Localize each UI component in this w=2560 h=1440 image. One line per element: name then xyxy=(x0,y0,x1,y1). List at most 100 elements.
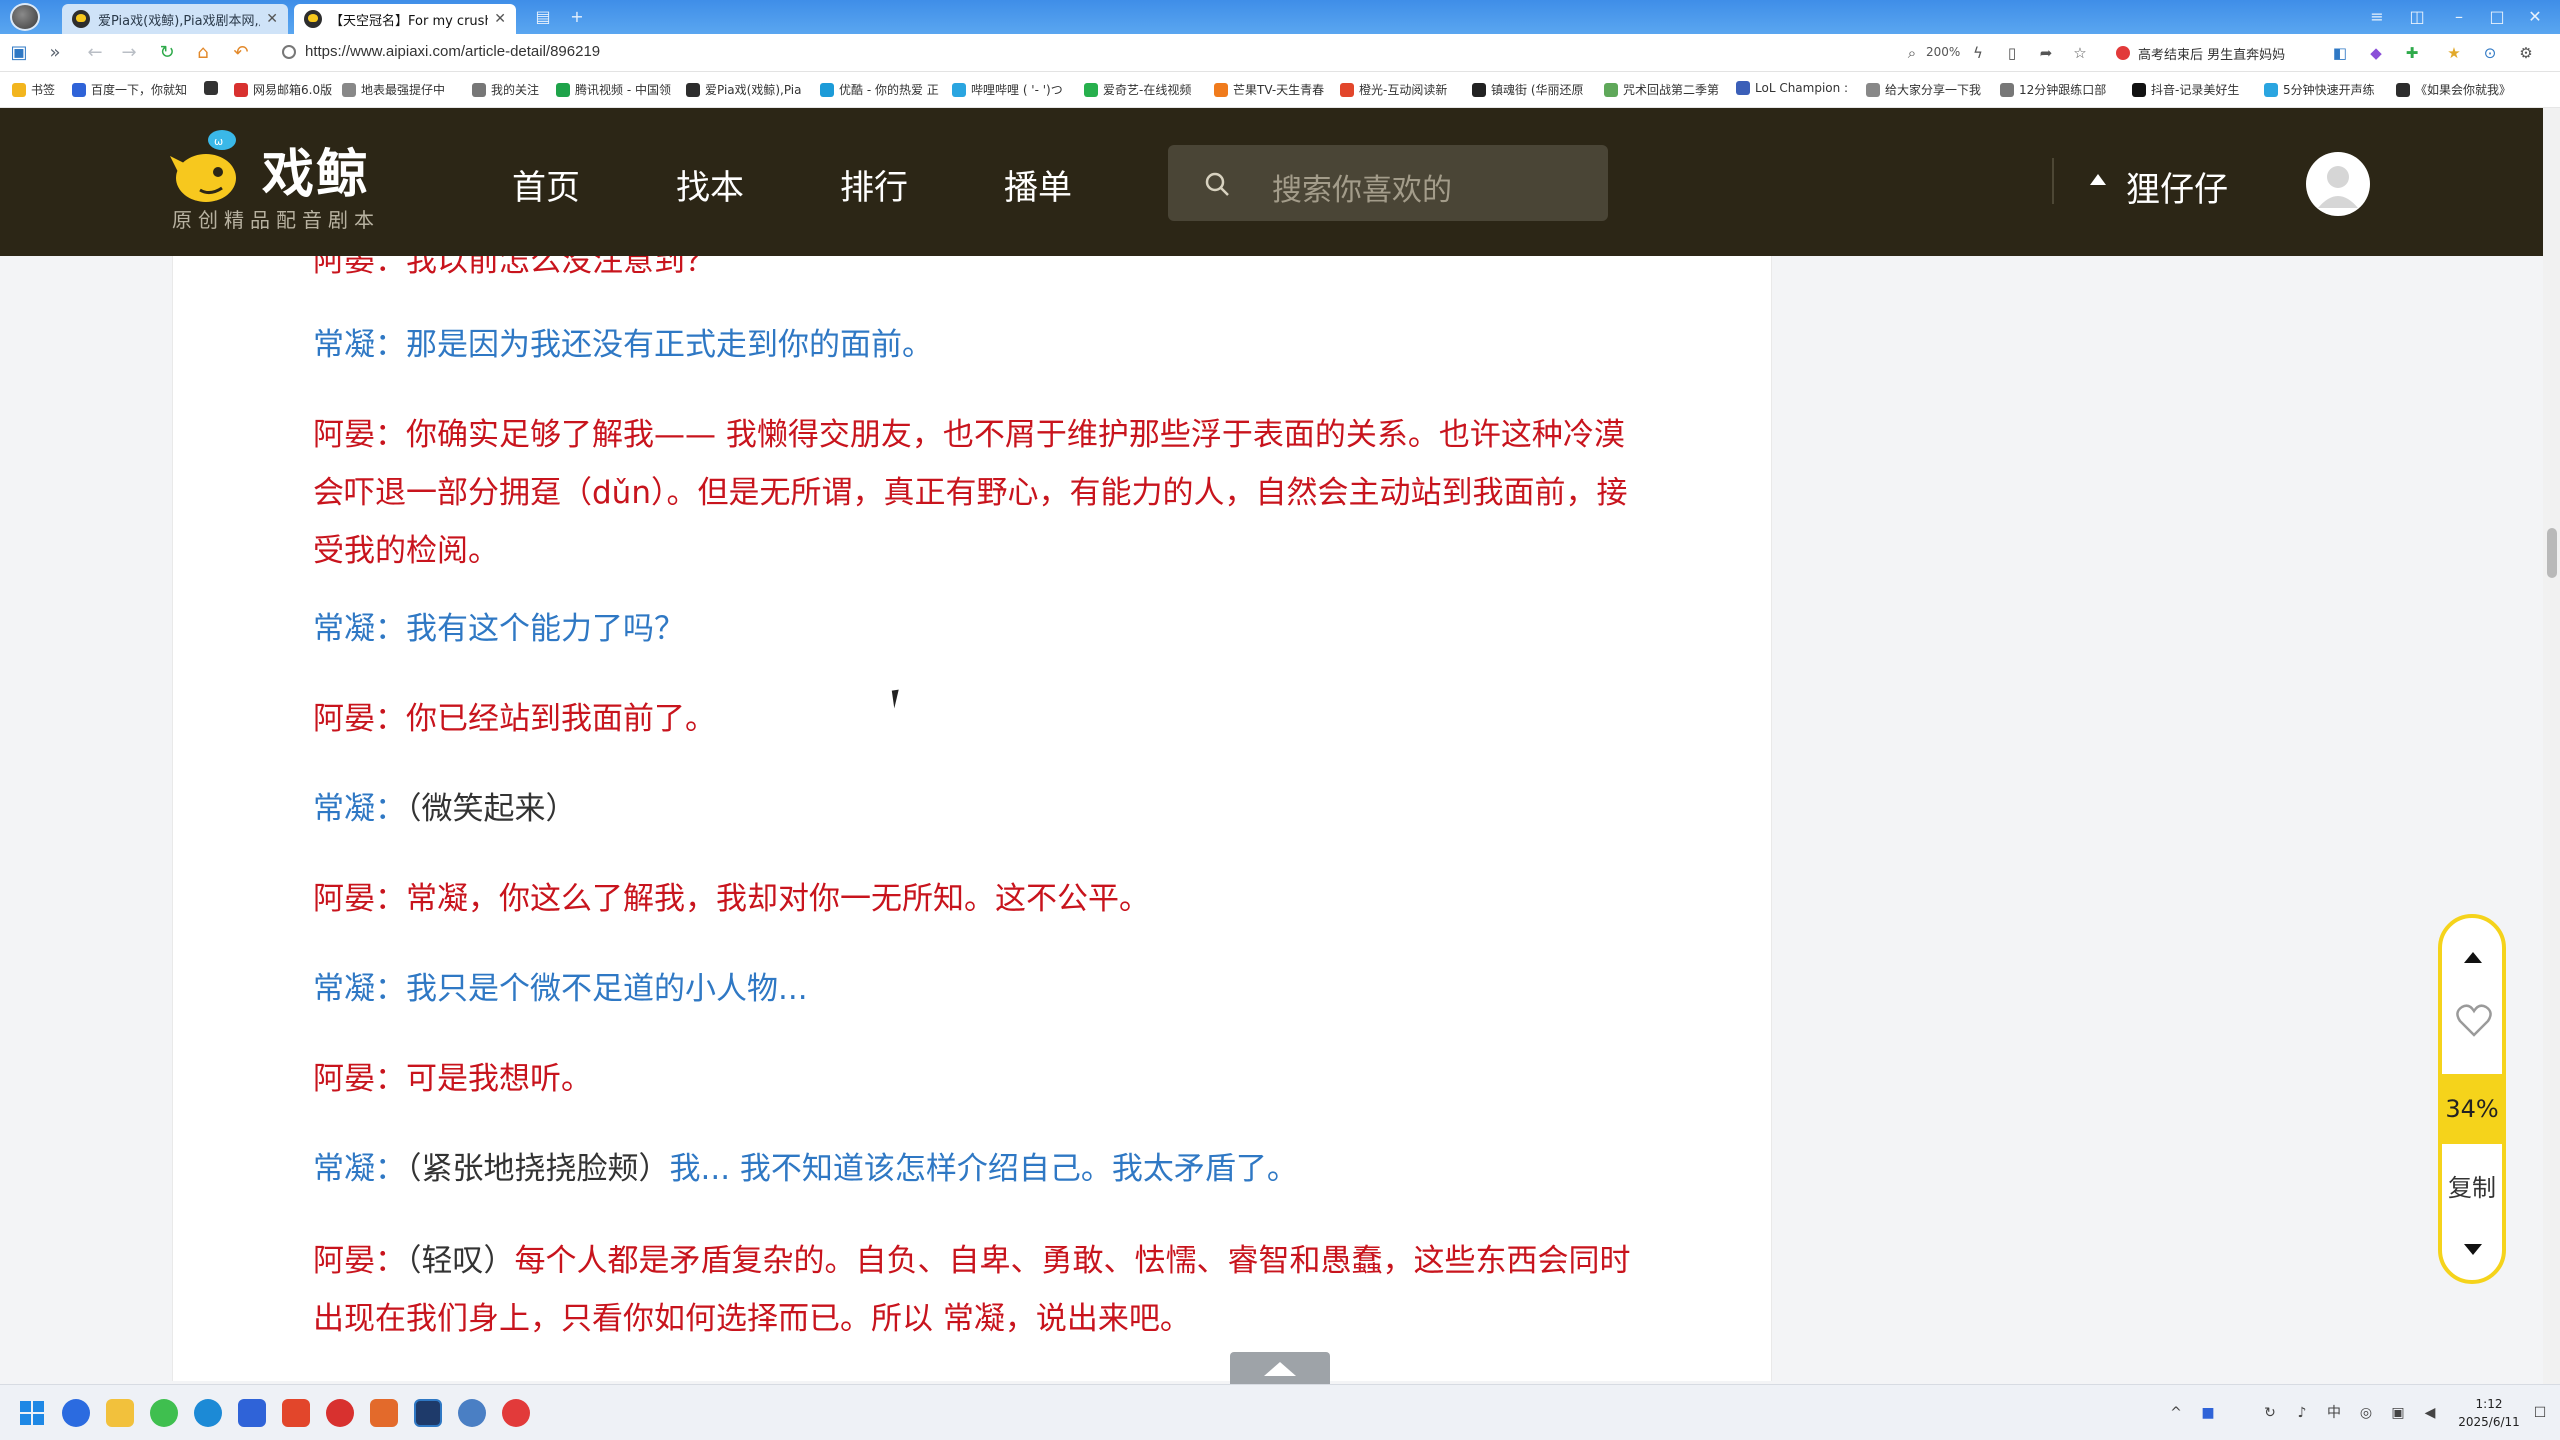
file-explorer-icon[interactable] xyxy=(106,1399,134,1427)
expand-icon[interactable]: » xyxy=(44,42,66,64)
copy-button[interactable]: 复制 xyxy=(2442,1168,2502,1203)
lightning-icon[interactable]: ϟ xyxy=(1968,43,1988,63)
url-field[interactable]: https://www.aipiaxi.com/article-detail/8… xyxy=(305,43,600,60)
windows-start-icon[interactable] xyxy=(18,1399,46,1427)
stage-direction: （微笑起来） xyxy=(406,791,577,827)
puzzle-icon[interactable]: ✚ xyxy=(2402,43,2422,63)
home-icon[interactable]: ⌂ xyxy=(192,42,214,64)
heart-icon[interactable] xyxy=(2456,1004,2492,1038)
close-window-icon[interactable]: ✕ xyxy=(2518,4,2552,30)
bookmark-item[interactable] xyxy=(204,81,223,95)
microphone-icon[interactable]: ♪ xyxy=(2294,1405,2310,1421)
notification-icon[interactable]: ☐ xyxy=(2532,1405,2548,1421)
bookmark-item[interactable]: 《如果会你就我》 xyxy=(2396,81,2511,98)
site-icon xyxy=(1472,82,1486,97)
active-app-icon[interactable] xyxy=(414,1399,442,1427)
scroll-top-icon[interactable] xyxy=(2464,952,2482,963)
bookmark-item[interactable]: 爱奇艺-在线视频 xyxy=(1084,81,1191,98)
close-tab-icon[interactable]: ✕ xyxy=(494,11,506,27)
bookmark-item[interactable]: 抖音-记录美好生 xyxy=(2132,81,2239,98)
new-tab-icon[interactable]: + xyxy=(566,6,588,28)
bookmark-item[interactable]: 地表最强提仔中 xyxy=(342,81,445,98)
bookmark-item[interactable]: 给大家分享一下我 xyxy=(1866,81,1981,98)
close-tab-icon[interactable]: ✕ xyxy=(266,11,278,27)
edge-icon[interactable] xyxy=(194,1399,222,1427)
tab-list-icon[interactable]: ▤ xyxy=(532,6,554,28)
bookmark-item[interactable]: LoL Champion : xyxy=(1736,81,1848,95)
forward-icon[interactable]: → xyxy=(118,42,140,64)
settings-icon[interactable]: ⚙ xyxy=(2516,43,2536,63)
nav-ranking[interactable]: 排行 xyxy=(840,160,908,209)
download-icon[interactable]: ⊙ xyxy=(2480,43,2500,63)
zoom-icon[interactable]: ⌕ xyxy=(1902,43,1922,63)
line-text: 常凝，你这么了解我，我却对你一无所知。这不公平。 xyxy=(406,881,1150,917)
refresh-icon[interactable]: ↻ xyxy=(156,42,178,64)
site-logo-name[interactable]: 戏鲸 xyxy=(262,132,370,207)
app-tray-icon[interactable]: ▣ xyxy=(2390,1405,2406,1421)
nav-find-script[interactable]: 找本 xyxy=(676,160,744,209)
tray-app-icon[interactable]: ■ xyxy=(2200,1405,2216,1421)
avatar[interactable] xyxy=(2306,152,2370,216)
bookmark-item[interactable]: 橙光-互动阅读新 xyxy=(1340,81,1447,98)
nav-home[interactable]: 首页 xyxy=(512,160,580,209)
bookmark-item[interactable]: 哔哩哔哩 ( '- ')つ xyxy=(952,81,1063,98)
undo-close-icon[interactable]: ↶ xyxy=(230,42,252,64)
bookmark-item[interactable]: 镇魂街 (华丽还原 xyxy=(1472,81,1584,98)
scrollbar-thumb[interactable] xyxy=(2547,528,2557,578)
browser-tab-2[interactable]: 【天空冠名】For my crush - ✕ xyxy=(294,4,516,34)
input-method-icon[interactable]: 中 xyxy=(2326,1405,2342,1421)
wechat-icon[interactable] xyxy=(150,1399,178,1427)
extension-icon[interactable]: ◆ xyxy=(2366,43,2386,63)
sync-icon[interactable]: ↻ xyxy=(2262,1405,2278,1421)
back-icon[interactable]: ← xyxy=(84,42,106,64)
bookmark-item[interactable]: 网易邮箱6.0版 xyxy=(234,81,332,98)
bookmark-item[interactable]: 百度一下，你就知 xyxy=(72,81,187,98)
nav-playlist[interactable]: 播单 xyxy=(1004,160,1072,209)
taskbar-clock[interactable]: 1:12 2025/6/11 xyxy=(2452,1395,2526,1431)
user-menu-caret-icon[interactable] xyxy=(2090,174,2106,185)
menu-icon[interactable]: ≡ xyxy=(2360,4,2394,30)
app-icon[interactable] xyxy=(282,1399,310,1427)
netease-music-icon[interactable] xyxy=(326,1399,354,1427)
site-info-icon[interactable] xyxy=(282,45,296,59)
site-search-input[interactable]: 搜索你喜欢的 xyxy=(1168,145,1608,221)
bookmark-item[interactable]: 优酷 - 你的热爱 正 xyxy=(820,81,939,98)
collapse-up-button[interactable] xyxy=(1230,1352,1330,1386)
ime-icon[interactable]: ◎ xyxy=(2358,1405,2374,1421)
bookmark-item[interactable]: 我的关注 xyxy=(472,81,539,98)
sidebar-toggle-icon[interactable]: ▣ xyxy=(8,42,30,64)
bookmark-item[interactable]: 腾讯视频 - 中国领 xyxy=(556,81,671,98)
user-name[interactable]: 狸仔仔 xyxy=(2126,162,2228,211)
whale-logo-icon[interactable]: ω xyxy=(170,126,248,208)
share-icon[interactable]: ➦ xyxy=(2036,43,2056,63)
browser-profile-avatar[interactable] xyxy=(10,3,40,31)
favorite-star-icon[interactable]: ☆ xyxy=(2070,43,2090,63)
bookmark-item[interactable]: 5分钟快速开声练 xyxy=(2264,81,2375,98)
speaker-name: 常凝 xyxy=(313,1151,375,1187)
tray-expand-icon[interactable]: ^ xyxy=(2168,1405,2184,1421)
skin-icon[interactable]: ◫ xyxy=(2400,4,2434,30)
bookmark-item[interactable]: 12分钟跟练口部 xyxy=(2000,81,2106,98)
app-icon[interactable] xyxy=(370,1399,398,1427)
bookmark-item[interactable]: 爱Pia戏(戏鲸),Pia xyxy=(686,81,802,98)
app-icon[interactable] xyxy=(458,1399,486,1427)
browser-tab-1[interactable]: 爱Pia戏(戏鲸),Pia戏剧本网,广告 ✕ xyxy=(62,4,288,34)
zoom-level[interactable]: 200% xyxy=(1926,45,1960,59)
kugou-icon[interactable] xyxy=(62,1399,90,1427)
bookmark-item[interactable]: 书签 xyxy=(12,81,55,98)
page-scrollbar[interactable] xyxy=(2543,108,2560,1384)
bookmark-star-icon[interactable]: ★ xyxy=(2444,43,2464,63)
site-icon xyxy=(2000,82,2014,97)
app-icon[interactable] xyxy=(238,1399,266,1427)
bookmark-item[interactable]: 咒术回战第二季第 xyxy=(1604,81,1719,98)
volume-icon[interactable]: ◀ xyxy=(2422,1405,2438,1421)
maximize-icon[interactable]: □ xyxy=(2480,4,2514,30)
bookmark-item[interactable]: 芒果TV-天生青春 xyxy=(1214,81,1324,98)
scroll-bottom-icon[interactable] xyxy=(2464,1244,2482,1255)
app-icon[interactable] xyxy=(502,1399,530,1427)
translate-icon[interactable]: ◧ xyxy=(2330,43,2350,63)
speaker-name: 常凝 xyxy=(313,611,375,647)
reader-icon[interactable]: ▯ xyxy=(2002,43,2022,63)
news-ticker[interactable]: 高考结束后 男生直奔妈妈 xyxy=(2138,44,2285,63)
minimize-icon[interactable]: – xyxy=(2442,4,2476,30)
